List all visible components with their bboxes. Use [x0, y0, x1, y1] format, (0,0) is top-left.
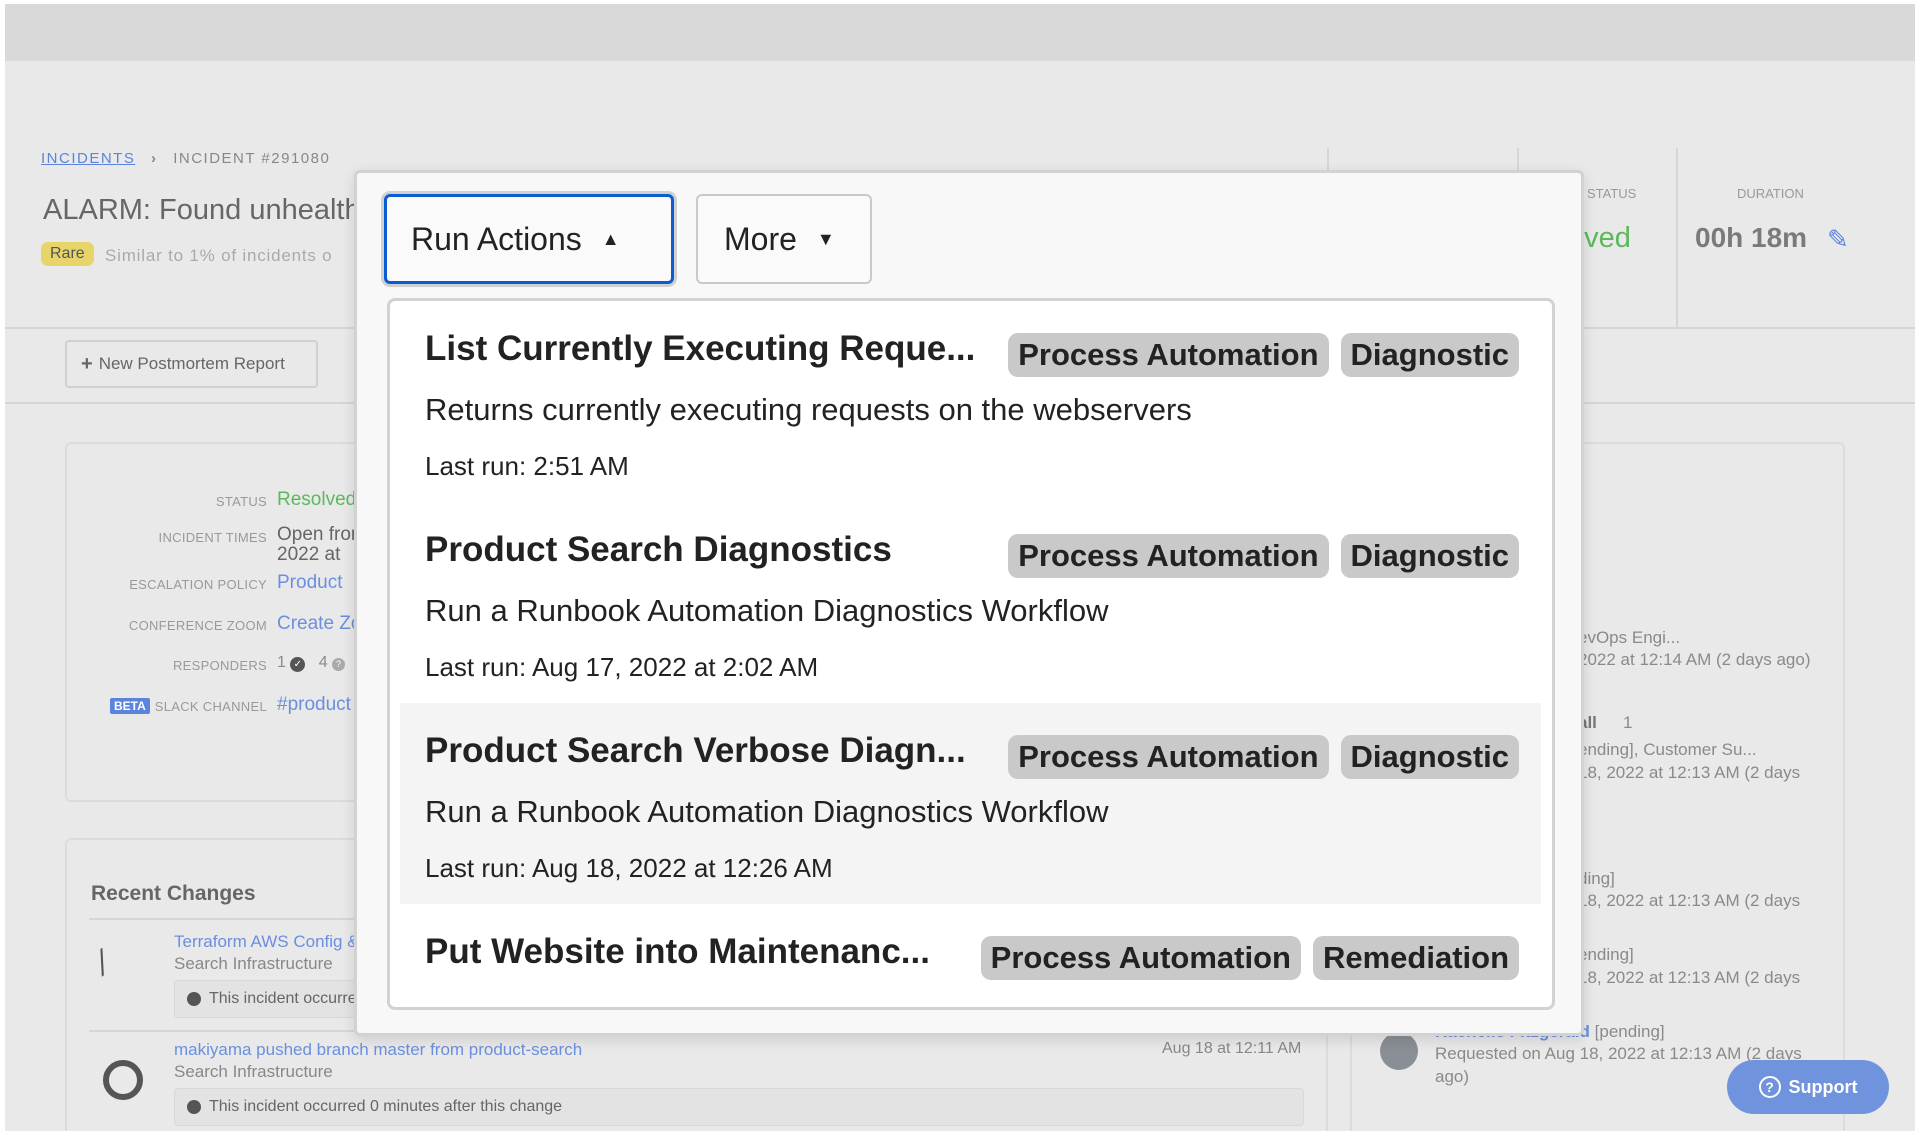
pending-count: 4: [319, 654, 328, 671]
times-label: INCIDENT TIMES: [67, 530, 267, 545]
duration-label: DURATION: [1737, 186, 1804, 201]
responder-state: [pending]: [1595, 1022, 1665, 1041]
clock-icon: [187, 1100, 201, 1114]
action-last-run: Last run: Aug 18, 2022 at 12:26 AM: [425, 853, 833, 884]
action-tags: Process Automation Diagnostic: [1008, 735, 1519, 779]
action-title: Put Website into Maintenanc...: [425, 932, 930, 972]
action-item[interactable]: Product Search Verbose Diagn... Process …: [400, 703, 1541, 904]
status-field-value: Resolved: [277, 489, 356, 511]
action-title: Product Search Verbose Diagn...: [425, 731, 966, 771]
page-title: ALARM: Found unhealthy: [43, 194, 375, 227]
new-postmortem-button[interactable]: + New Postmortem Report: [65, 340, 318, 388]
action-item[interactable]: List Currently Executing Reque... Proces…: [400, 301, 1541, 502]
action-tags: Process Automation Diagnostic: [1008, 534, 1519, 578]
responder-status: ending], Customer Su...: [1578, 740, 1757, 760]
rare-badge: Rare: [41, 242, 94, 266]
action-tag: Process Automation: [1008, 333, 1328, 377]
zoom-label: CONFERENCE ZOOM: [67, 618, 267, 633]
action-tag: Process Automation: [1008, 534, 1328, 578]
action-item[interactable]: Product Search Diagnostics Process Autom…: [400, 502, 1541, 703]
recent-changes-title: Recent Changes: [91, 882, 256, 906]
action-description: Run a Runbook Automation Diagnostics Wor…: [425, 593, 1109, 629]
incident-page: INCIDENTS › INCIDENT #291080 ALARM: Foun…: [5, 4, 1915, 1131]
action-description: Run a Runbook Automation Diagnostics Wor…: [425, 794, 1109, 830]
responder-time: 2022 at 12:14 AM (2 days ago): [1578, 650, 1811, 670]
action-item[interactable]: Put Website into Maintenanc... Process A…: [400, 904, 1541, 1010]
run-actions-label: Run Actions: [411, 221, 582, 258]
responder-role: evOps Engi...: [1578, 628, 1680, 648]
breadcrumb-incidents-link[interactable]: INCIDENTS: [41, 150, 135, 167]
plus-icon: +: [81, 353, 93, 376]
times-line2: 2022 at: [277, 544, 340, 566]
new-postmortem-label: New Postmortem Report: [99, 354, 285, 374]
change-note-1: This incident occurred 0 minutes after t…: [174, 1088, 1304, 1126]
magic-wand-icon: ⁄: [90, 945, 117, 980]
action-tag: Diagnostic: [1341, 534, 1519, 578]
action-tag: Remediation: [1313, 936, 1519, 980]
action-last-run: Last run: Aug 17, 2022 at 2:02 AM: [425, 652, 818, 683]
responders-counts: 1 ✓ 4 ?: [277, 654, 345, 672]
change-note-text: This incident occurred: [209, 990, 366, 1008]
run-actions-button[interactable]: Run Actions ▲: [384, 194, 674, 284]
change-service-0: Search Infrastructure: [174, 954, 333, 974]
responder-time: 18, 2022 at 12:13 AM (2 days: [1578, 763, 1800, 783]
action-description: Returns currently executing requests on …: [425, 392, 1192, 428]
support-button[interactable]: ? Support: [1727, 1060, 1889, 1114]
help-circle-icon: ?: [1759, 1076, 1781, 1098]
more-button[interactable]: More ▼: [696, 194, 872, 284]
action-title: Product Search Diagnostics: [425, 530, 892, 570]
run-actions-menu: List Currently Executing Reque... Proces…: [387, 298, 1555, 1010]
change-link-0[interactable]: Terraform AWS Config &: [174, 932, 359, 952]
action-tag: Process Automation: [981, 936, 1301, 980]
escalation-policy-link[interactable]: Product: [277, 572, 342, 594]
status-label: STATUS: [1587, 186, 1636, 201]
similarity-text: Similar to 1% of incidents o: [105, 246, 332, 266]
question-circle-icon: ?: [332, 658, 345, 671]
action-tag: Diagnostic: [1341, 735, 1519, 779]
change-note-text: This incident occurred 0 minutes after t…: [209, 1098, 562, 1116]
responders-label: RESPONDERS: [67, 658, 267, 673]
edit-pencil-icon[interactable]: ✎: [1827, 224, 1849, 255]
avatar: [1380, 1032, 1418, 1070]
action-tags: Process Automation Remediation: [981, 936, 1519, 980]
responder-time: 18, 2022 at 12:13 AM (2 days: [1578, 891, 1800, 911]
github-icon: [103, 1060, 143, 1100]
status-field-label: STATUS: [67, 494, 267, 509]
action-last-run: Last run: 2:51 AM: [425, 451, 629, 482]
responder-count: 1: [1623, 713, 1632, 733]
check-circle-icon: ✓: [290, 657, 305, 672]
escalation-label: ESCALATION POLICY: [67, 577, 267, 592]
chevron-right-icon: ›: [151, 150, 158, 167]
action-tag: Diagnostic: [1341, 333, 1519, 377]
responder-requested-cont: ago): [1435, 1067, 1469, 1087]
caret-down-icon: ▼: [817, 229, 835, 250]
action-tags: Process Automation Diagnostic: [1008, 333, 1519, 377]
more-label: More: [724, 221, 797, 258]
responder-time: 18, 2022 at 12:13 AM (2 days: [1578, 968, 1800, 988]
support-label: Support: [1789, 1077, 1858, 1098]
duration-value: 00h 18m: [1695, 222, 1807, 254]
ack-count: 1: [277, 654, 286, 671]
responder-status: ending]: [1578, 945, 1634, 965]
clock-icon: [187, 992, 201, 1006]
change-link-1[interactable]: makiyama pushed branch master from produ…: [174, 1040, 582, 1060]
slack-label: SLACK CHANNEL: [67, 699, 267, 714]
actions-popover: Run Actions ▲ More ▼ List Currently Exec…: [354, 170, 1584, 1036]
change-time-1: Aug 18 at 12:11 AM: [1162, 1040, 1301, 1058]
top-bar: [5, 4, 1915, 61]
slack-channel-link[interactable]: #product: [277, 694, 351, 716]
breadcrumb-current: INCIDENT #291080: [173, 150, 330, 167]
change-service-1: Search Infrastructure: [174, 1062, 333, 1082]
breadcrumb: INCIDENTS › INCIDENT #291080: [41, 150, 330, 167]
caret-up-icon: ▲: [602, 229, 620, 250]
action-title: List Currently Executing Reque...: [425, 329, 975, 369]
action-tag: Process Automation: [1008, 735, 1328, 779]
